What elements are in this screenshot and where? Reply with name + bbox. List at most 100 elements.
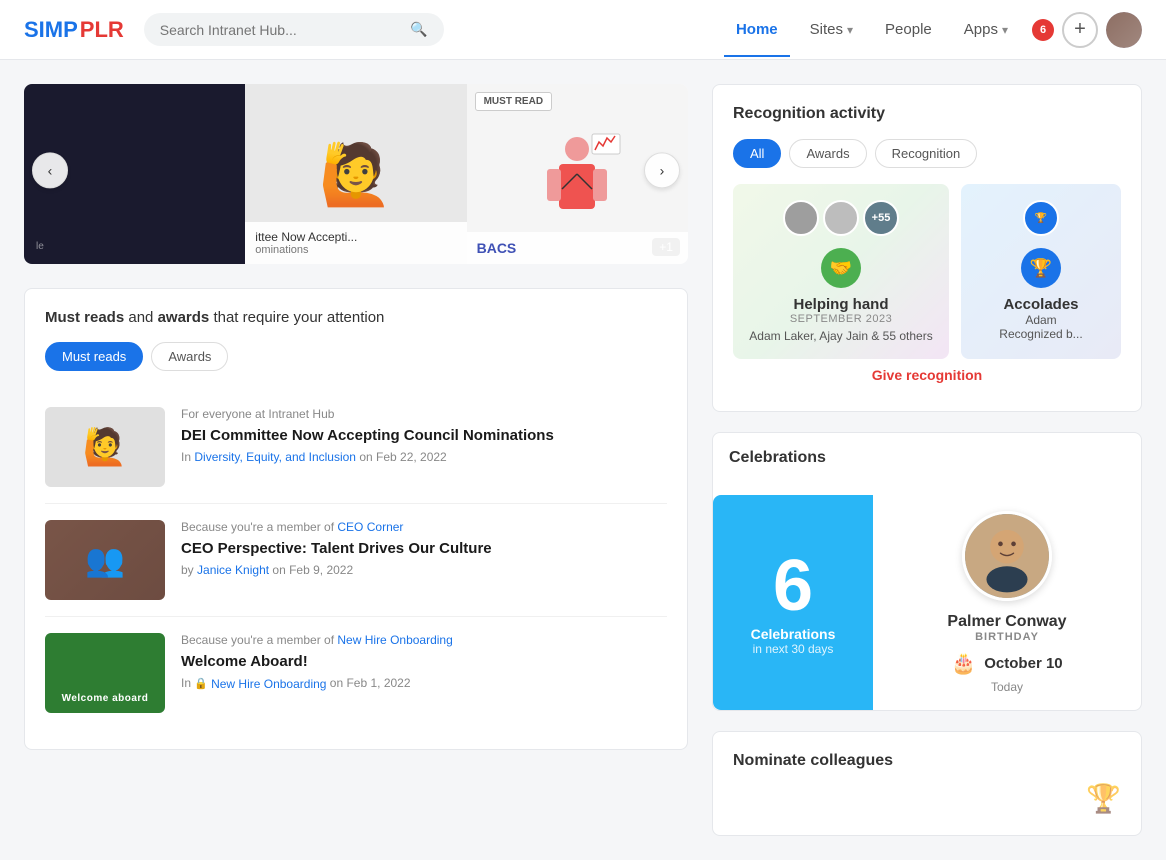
article-welcome-title[interactable]: Welcome Aboard! (181, 651, 453, 672)
nav-home[interactable]: Home (724, 13, 790, 46)
carousel-prev-button[interactable]: ‹ (32, 152, 68, 188)
birthday-cake-icon: 🎂 (951, 651, 976, 676)
person-birthday-label: BIRTHDAY (975, 631, 1039, 643)
recognition-tab-awards[interactable]: Awards (789, 139, 866, 168)
article-dei-category-link[interactable]: Diversity, Equity, and Inclusion (194, 450, 356, 464)
rec-avatar-plus: +55 (863, 200, 899, 236)
user-avatar-img (1106, 12, 1142, 48)
nav-sites[interactable]: Sites ▾ (798, 13, 865, 46)
must-reads-section: Must reads and awards that require your … (24, 288, 688, 750)
recognition-card: Recognition activity All Awards Recognit… (712, 84, 1142, 412)
article-dei-body: For everyone at Intranet Hub DEI Committ… (181, 407, 554, 464)
recognition-cards-wrap: +55 🤝 Helping hand SEPTEMBER 2023 Adam L… (733, 184, 1121, 359)
accolades-badge-icon: 🏆 (1021, 248, 1061, 288)
celebrations-card: Celebrations 6 Celebrations in next 30 d… (712, 432, 1142, 711)
rec-helping-people: Adam Laker, Ajay Jain & 55 others (749, 329, 933, 343)
carousel-slide-2: 🙋 ittee Now Accepti... ominations (245, 84, 466, 264)
slide-3-illustration (527, 114, 627, 234)
article-ceo-group-link[interactable]: CEO Corner (337, 520, 403, 534)
article-dei-audience: For everyone at Intranet Hub (181, 407, 554, 421)
celebrations-inner: 6 Celebrations in next 30 days (713, 495, 1141, 710)
celebrations-label: Celebrations (751, 626, 836, 642)
article-ceo-author-link[interactable]: Janice Knight (197, 563, 269, 577)
rec-avatars-helping: +55 (749, 200, 933, 236)
header: SIMPPLR 🔍 Home Sites ▾ People Apps ▾ 6 + (0, 0, 1166, 60)
article-ceo-thumb: 👥 (45, 520, 165, 600)
logo-plr: PLR (80, 17, 124, 43)
article-welcome-thumb: Welcome aboard (45, 633, 165, 713)
article-dei-sub: In Diversity, Equity, and Inclusion on F… (181, 450, 554, 464)
today-badge: Today (991, 680, 1023, 694)
recognition-tab-recognition[interactable]: Recognition (875, 139, 978, 168)
slide-1-text: le (36, 241, 44, 252)
sidebar-column: Recognition activity All Awards Recognit… (712, 84, 1142, 836)
article-ceo-sub: by Janice Knight on Feb 9, 2022 (181, 563, 492, 577)
notification-bell[interactable]: 6 (1028, 19, 1054, 41)
article-welcome-category-link[interactable]: New Hire Onboarding (211, 677, 326, 691)
recognition-card-accolades: 🏆 🏆 Accolades Adam Recognized b... (961, 184, 1121, 359)
carousel-next-button[interactable]: › (644, 152, 680, 188)
article-ceo-audience: Because you're a member of CEO Corner (181, 520, 492, 534)
rec-avatar-1 (783, 200, 819, 236)
dei-thumb-icon: 🙋 (83, 426, 128, 468)
give-recognition-button[interactable]: Give recognition (733, 359, 1121, 391)
celebrations-number: 6 (773, 550, 813, 622)
sites-chevron-icon: ▾ (847, 23, 853, 37)
person-name: Palmer Conway (947, 613, 1066, 631)
tab-must-reads[interactable]: Must reads (45, 342, 143, 371)
logo-sim: SIMP (24, 17, 78, 43)
article-welcome-sub: In 🔒 New Hire Onboarding on Feb 1, 2022 (181, 676, 453, 691)
carousel-slides: le 🙋 ittee Now Accepti... ominations MUS… (24, 84, 688, 264)
recognition-tab-all[interactable]: All (733, 139, 781, 168)
welcome-category-wrap: 🔒 New Hire Onboarding (194, 677, 326, 691)
add-button[interactable]: + (1062, 12, 1098, 48)
celebrations-sub: in next 30 days (753, 642, 834, 656)
lock-icon: 🔒 (194, 677, 208, 690)
main-nav: Home Sites ▾ People Apps ▾ 6 + (724, 12, 1142, 48)
logo[interactable]: SIMPPLR (24, 17, 124, 43)
apps-chevron-icon: ▾ (1002, 23, 1008, 37)
person-face-svg (965, 511, 1049, 601)
nominate-colleagues-card: Nominate colleagues 🏆 (712, 731, 1142, 836)
birthday-date: October 10 (984, 655, 1062, 672)
ceo-thumb-icon: 👥 (85, 541, 125, 579)
recognition-tabs: All Awards Recognition (733, 139, 1121, 168)
article-dei: 🙋 For everyone at Intranet Hub DEI Commi… (45, 391, 667, 504)
rec-accolades-sub: Adam (977, 313, 1105, 327)
search-box[interactable]: 🔍 (144, 13, 444, 46)
article-welcome-group-link[interactable]: New Hire Onboarding (337, 633, 452, 647)
rec-helping-title: Helping hand (749, 296, 933, 313)
recognition-card-helping-hand: +55 🤝 Helping hand SEPTEMBER 2023 Adam L… (733, 184, 949, 359)
user-avatar[interactable] (1106, 12, 1142, 48)
article-dei-title[interactable]: DEI Committee Now Accepting Council Nomi… (181, 425, 554, 446)
article-ceo-title[interactable]: CEO Perspective: Talent Drives Our Cultu… (181, 538, 492, 559)
article-ceo-body: Because you're a member of CEO Corner CE… (181, 520, 492, 577)
rec-accolades-recognized: Recognized b... (977, 327, 1105, 341)
celebrations-count-panel: 6 Celebrations in next 30 days (713, 495, 873, 710)
must-read-badge: MUST READ (475, 92, 552, 111)
recognition-title: Recognition activity (733, 105, 1121, 123)
nav-apps[interactable]: Apps ▾ (952, 13, 1020, 46)
search-icon: 🔍 (410, 21, 427, 38)
slide-2-caption: ittee Now Accepti... ominations (245, 222, 466, 264)
must-reads-intro: Must reads and awards that require your … (45, 309, 667, 326)
rec-avatar-accolade-1: 🏆 (1023, 200, 1059, 236)
article-dei-thumb: 🙋 (45, 407, 165, 487)
main-column: le 🙋 ittee Now Accepti... ominations MUS… (24, 84, 688, 836)
rec-accolades-title: Accolades (977, 296, 1105, 313)
search-input[interactable] (160, 22, 403, 38)
celebrations-title: Celebrations (729, 449, 1125, 467)
tab-awards[interactable]: Awards (151, 342, 228, 371)
notification-badge: 6 (1032, 19, 1054, 41)
trophy-icon: 🏆 (1086, 782, 1121, 815)
article-welcome-body: Because you're a member of New Hire Onbo… (181, 633, 453, 691)
nav-people[interactable]: People (873, 13, 944, 46)
must-reads-tabs: Must reads Awards (45, 342, 667, 371)
page-content: le 🙋 ittee Now Accepti... ominations MUS… (0, 60, 1166, 860)
article-welcome-audience: Because you're a member of New Hire Onbo… (181, 633, 453, 647)
carousel: le 🙋 ittee Now Accepti... ominations MUS… (24, 84, 688, 264)
slide-3-title: BACS (467, 232, 688, 264)
rec-avatars-accolades: 🏆 (977, 200, 1105, 236)
rec-helping-date: SEPTEMBER 2023 (749, 313, 933, 325)
recognition-cards: +55 🤝 Helping hand SEPTEMBER 2023 Adam L… (733, 184, 1121, 359)
